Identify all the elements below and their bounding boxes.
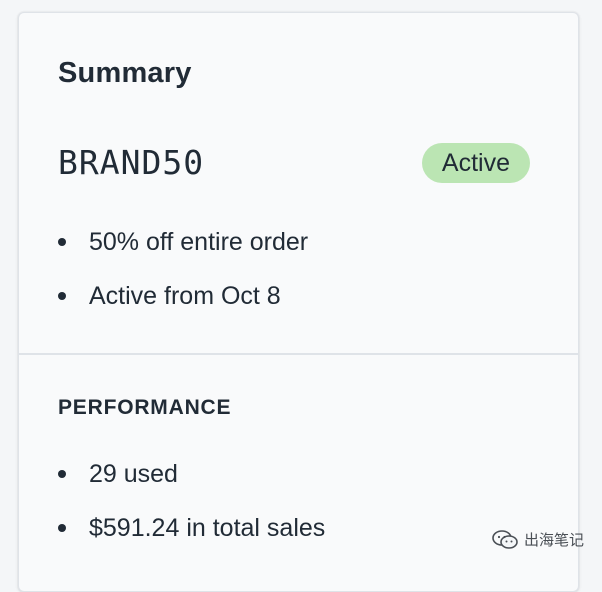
summary-details-list: 50% off entire order Active from Oct 8 [58,215,308,323]
section-divider [19,353,578,355]
bullet-icon [58,524,66,532]
performance-heading: PERFORMANCE [58,396,232,419]
list-item: $591.24 in total sales [58,501,325,555]
summary-detail-text: 50% off entire order [89,228,309,256]
discount-code: BRAND50 [58,143,205,182]
performance-item-text: 29 used [89,460,178,488]
summary-detail-text: Active from Oct 8 [89,282,281,310]
bullet-icon [58,238,66,246]
summary-title: Summary [58,57,192,89]
list-item: 29 used [58,447,325,501]
wechat-icon [492,529,518,550]
summary-section: Summary BRAND50 Active 50% off entire or… [19,13,578,354]
watermark: 出海笔记 [492,529,584,550]
bullet-icon [58,470,66,478]
status-badge: Active [421,143,530,183]
discount-summary-card: Summary BRAND50 Active 50% off entire or… [18,12,579,592]
list-item: Active from Oct 8 [58,269,308,323]
discount-code-row: BRAND50 Active [58,143,530,183]
performance-list: 29 used $591.24 in total sales [58,447,325,555]
watermark-text: 出海笔记 [523,532,584,549]
bullet-icon [58,292,66,300]
performance-item-text: $591.24 in total sales [89,514,326,542]
list-item: 50% off entire order [58,215,308,269]
